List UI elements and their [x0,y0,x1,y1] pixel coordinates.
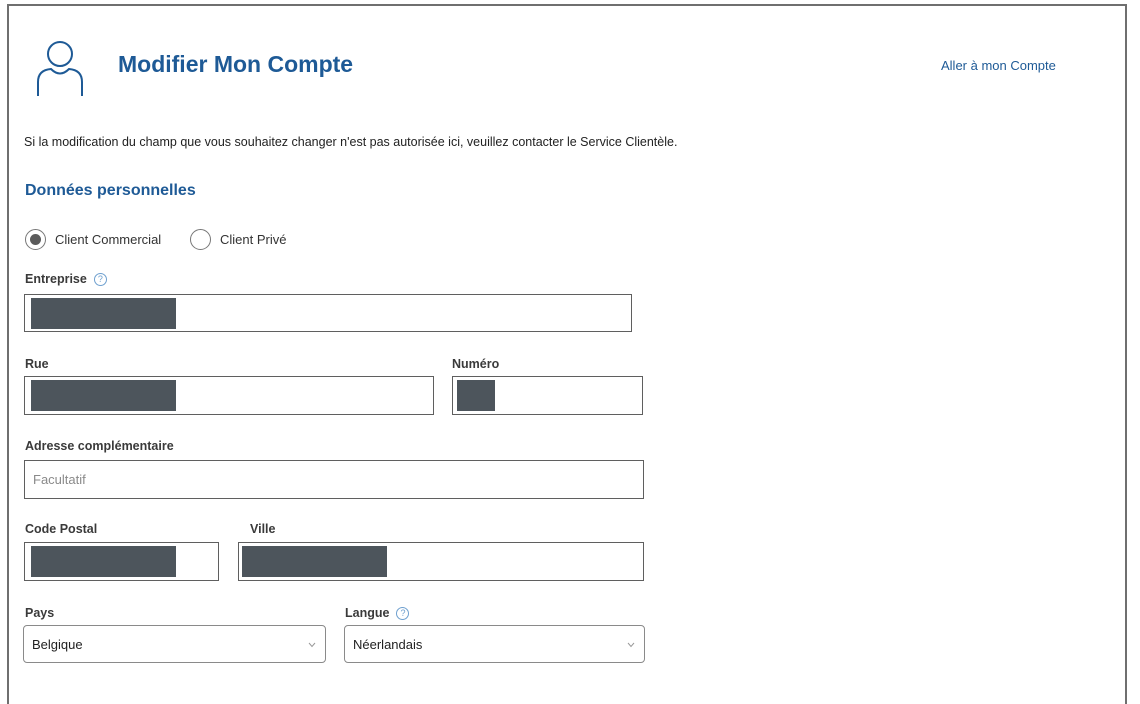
radio-client-prive[interactable]: Client Privé [190,229,286,250]
number-input[interactable] [452,376,643,415]
company-label-text: Entreprise [25,272,87,286]
redacted-value [31,546,176,577]
street-input[interactable] [24,376,434,415]
country-label: Pays [25,606,55,620]
company-label: Entreprise ? [25,272,107,286]
number-label: Numéro [452,357,500,371]
postal-code-label: Code Postal [25,522,98,536]
help-icon[interactable]: ? [93,272,107,286]
radio-button-unchecked[interactable] [190,229,211,250]
chevron-down-icon [627,642,635,648]
radio-button-checked[interactable] [25,229,46,250]
postal-code-input[interactable] [24,542,219,581]
account-form-panel: Modifier Mon Compte Aller à mon Compte S… [7,4,1127,704]
radio-label-prive: Client Privé [220,232,287,247]
chevron-down-icon [308,642,316,648]
street-label: Rue [25,357,49,371]
country-value: Belgique [32,636,83,652]
company-input[interactable] [24,294,632,332]
extra-address-placeholder: Facultatif [33,472,86,487]
radio-label-commercial: Client Commercial [55,232,162,247]
redacted-value [31,380,176,411]
language-value: Néerlandais [353,636,423,652]
city-input[interactable] [238,542,644,581]
redacted-value [31,297,176,329]
radio-client-commercial[interactable]: Client Commercial [25,229,161,250]
section-title: Données personnelles [25,182,196,199]
redacted-value [242,546,387,577]
user-icon [37,41,83,96]
language-label: Langue ? [345,606,410,620]
notice-text: Si la modification du champ que vous sou… [24,135,678,149]
country-select[interactable]: Belgique [23,625,326,663]
radio-dot [30,234,41,245]
extra-address-label: Adresse complémentaire [25,439,174,453]
language-select[interactable]: Néerlandais [344,625,645,663]
extra-address-input[interactable]: Facultatif [24,460,644,499]
page-title: Modifier Mon Compte [118,51,354,77]
language-label-text: Langue [345,606,390,620]
redacted-value [457,380,495,411]
help-icon[interactable]: ? [396,606,410,620]
city-label: Ville [250,522,276,536]
go-to-account-link[interactable]: Aller à mon Compte [941,58,1056,73]
